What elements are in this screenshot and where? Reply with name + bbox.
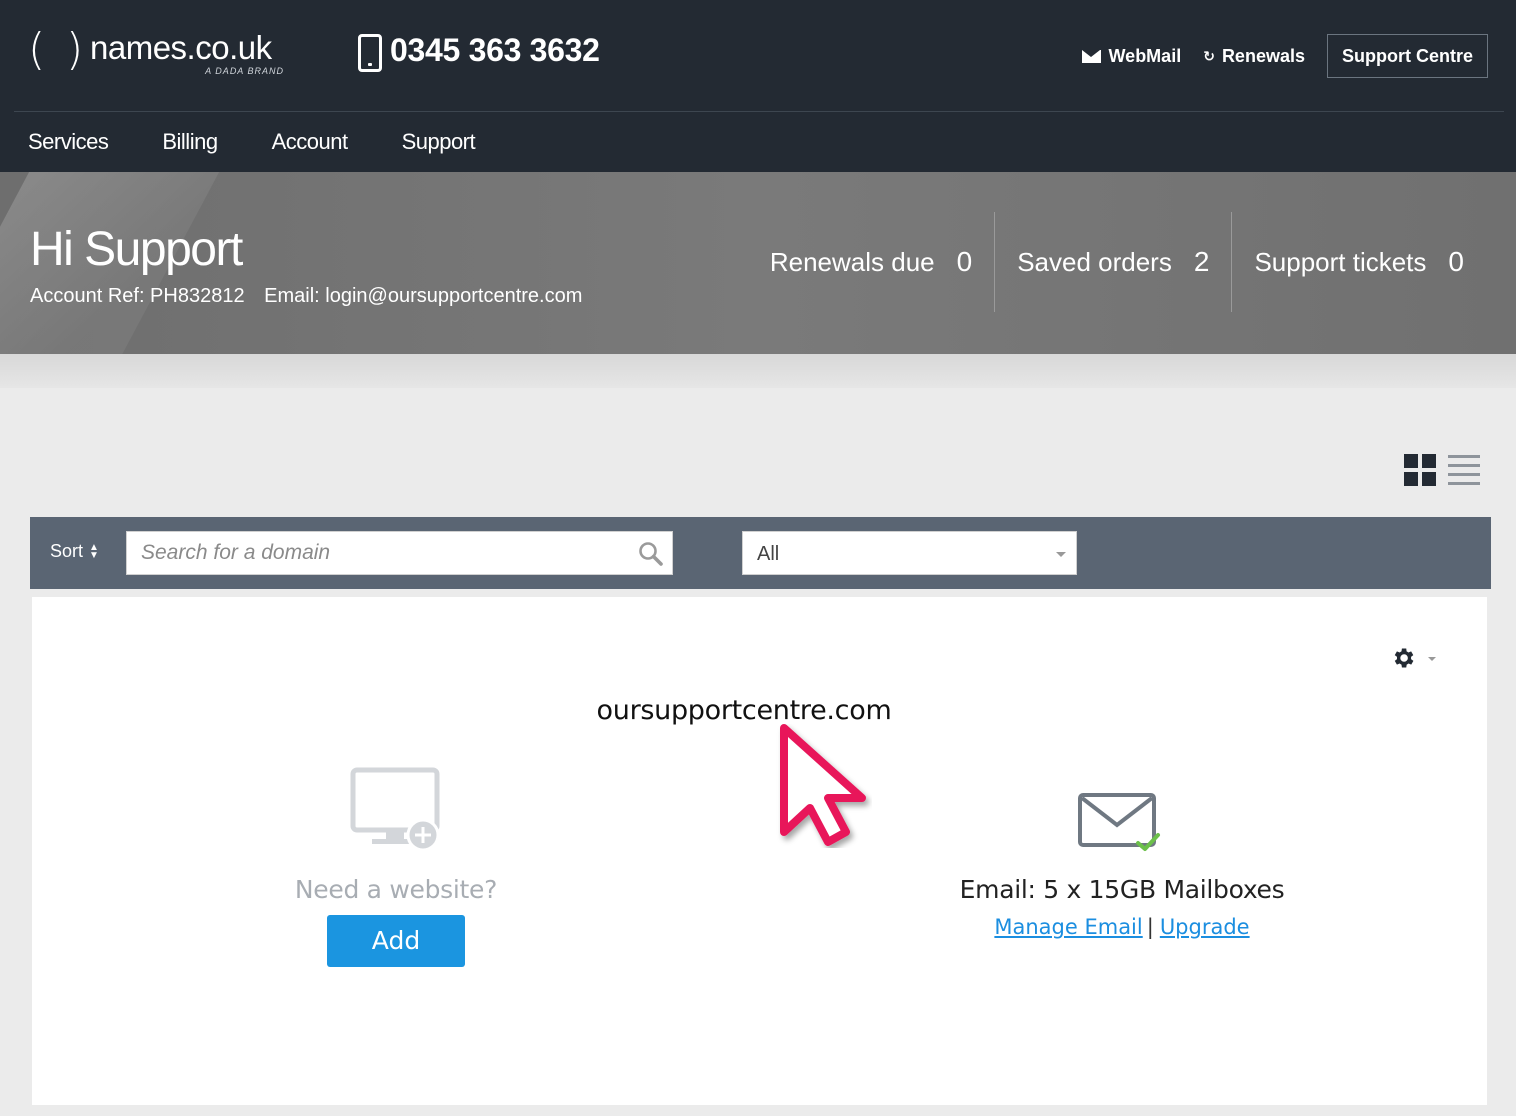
domain-settings-menu[interactable] <box>1390 645 1440 671</box>
filter-selected-value: All <box>757 543 780 565</box>
stat-value: 0 <box>1448 246 1464 277</box>
email-plan-info: Email: 5 x 15GB Mailboxes <box>959 875 1285 904</box>
domain-search-input[interactable] <box>127 532 617 574</box>
main-nav: Services Billing Account Support <box>0 112 1516 172</box>
add-website-button[interactable]: Add <box>327 915 465 967</box>
website-section: Need a website? Add <box>288 767 504 977</box>
nav-item-services[interactable]: Services <box>28 129 109 155</box>
link-separator: | <box>1146 915 1154 939</box>
sort-button[interactable]: Sort ▲ ▼ <box>50 541 99 562</box>
renewals-link[interactable]: ↻ Renewals <box>1203 46 1305 67</box>
website-prompt: Need a website? <box>294 875 498 904</box>
sort-label: Sort <box>50 541 84 561</box>
list-view-icon[interactable] <box>1448 454 1480 486</box>
stat-label: Support tickets <box>1254 246 1427 277</box>
domain-search <box>126 531 673 575</box>
nav-item-support[interactable]: Support <box>402 129 476 155</box>
header-links: WebMail ↻ Renewals Support Centre <box>1081 34 1488 78</box>
stat-saved-orders[interactable]: Saved orders 2 <box>994 212 1231 312</box>
top-header: ( ) names.co.uk A DADA BRAND 0345 363 36… <box>0 0 1516 112</box>
nav-item-billing[interactable]: Billing <box>162 129 218 155</box>
envelope-icon <box>1081 49 1101 63</box>
domain-card: oursupportcentre.com Need a website? Add… <box>32 597 1487 1105</box>
stat-label: Renewals due <box>769 246 935 277</box>
refresh-icon: ↻ <box>1203 48 1215 64</box>
phone-number: 0345 363 3632 <box>390 32 600 68</box>
greeting-title: Hi Support <box>30 223 243 276</box>
site-logo[interactable]: ( ) names.co.uk A DADA BRAND <box>28 26 290 82</box>
email-actions: Manage Email | Upgrade <box>952 915 1292 939</box>
logo-left-paren: ( <box>28 24 46 75</box>
domain-toolbar: Sort ▲▼ All <box>30 517 1491 589</box>
nav-item-account[interactable]: Account <box>272 129 349 155</box>
mobile-phone-icon <box>358 34 382 72</box>
manage-email-link[interactable]: Manage Email <box>994 915 1142 939</box>
chevron-down-icon <box>1428 657 1436 661</box>
upgrade-link[interactable]: Upgrade <box>1160 915 1250 939</box>
account-stats: Renewals due 0 Saved orders 2 Support ti… <box>748 212 1486 312</box>
support-centre-button[interactable]: Support Centre <box>1326 34 1488 78</box>
sort-arrows-icon: ▲ ▼ <box>89 541 99 561</box>
stat-value: 0 <box>956 246 973 277</box>
webmail-label: WebMail <box>1108 45 1182 66</box>
cursor-pointer-icon <box>780 724 866 846</box>
stat-label: Saved orders <box>1017 246 1172 277</box>
domain-name[interactable]: oursupportcentre.com <box>32 695 1456 726</box>
chevron-down-icon <box>1056 552 1066 557</box>
logo-wordmark: names.co.uk <box>90 29 272 66</box>
email-section: Email: 5 x 15GB Mailboxes Manage Email | U… <box>952 793 1292 953</box>
renewals-label: Renewals <box>1221 45 1305 66</box>
account-details: Account Ref: PH832812 Email: login@oursu… <box>30 285 596 308</box>
account-email: Email: login@oursupportcentre.com <box>264 285 583 307</box>
webmail-link[interactable]: WebMail <box>1081 45 1182 67</box>
domain-filter-select[interactable]: All <box>742 531 1077 575</box>
email-active-icon <box>1078 793 1160 851</box>
account-ref: Account Ref: PH832812 <box>30 285 245 307</box>
logo-tagline: A DADA BRAND <box>205 66 284 76</box>
stat-value: 2 <box>1193 246 1210 277</box>
gear-icon <box>1394 648 1414 668</box>
monitor-add-icon <box>350 767 440 851</box>
stat-support-tickets[interactable]: Support tickets 0 <box>1231 212 1486 312</box>
hero-shadow-band <box>0 354 1516 388</box>
logo-right-paren: ) <box>66 24 84 75</box>
grid-view-icon[interactable] <box>1404 454 1436 486</box>
stat-renewals-due[interactable]: Renewals due 0 <box>748 212 994 312</box>
search-icon[interactable] <box>638 541 664 567</box>
